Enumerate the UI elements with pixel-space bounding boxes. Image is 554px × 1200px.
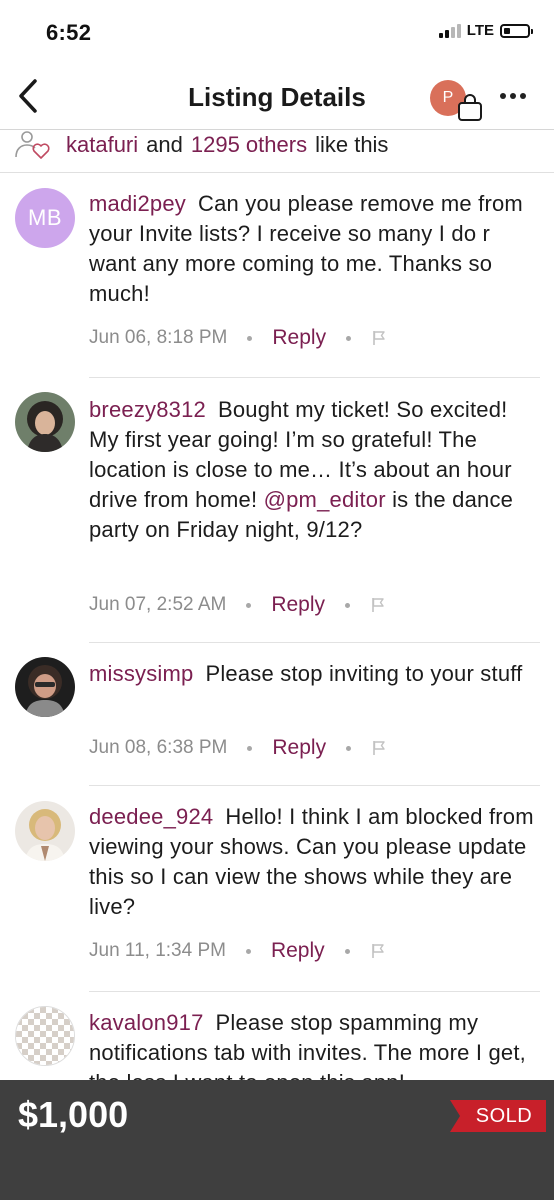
comment-username-link[interactable]: missysimp <box>89 661 193 686</box>
shopping-bag-icon[interactable] <box>456 94 484 122</box>
likes-divider <box>0 172 554 173</box>
comment-username-link[interactable]: madi2pey <box>89 191 186 216</box>
mention-link[interactable]: @pm_editor <box>264 487 386 512</box>
listing-price: $1,000 <box>18 1094 129 1135</box>
sold-badge: SOLD <box>450 1100 546 1132</box>
price-footer: $1,000 SOLD <box>0 1080 554 1200</box>
commenter-avatar[interactable] <box>15 392 75 452</box>
commenter-photo-icon <box>15 392 75 452</box>
status-time: 6:52 <box>46 20 92 45</box>
report-flag-icon[interactable] <box>371 330 387 346</box>
navigation-bar: Listing Details P <box>0 64 554 130</box>
commenter-photo-icon <box>15 801 75 861</box>
comment-divider <box>89 642 540 643</box>
comment-date: Jun 06, 8:18 PM <box>89 327 228 348</box>
reply-button[interactable]: Reply <box>272 326 326 350</box>
comment-date: Jun 08, 6:38 PM <box>89 737 228 758</box>
comment-username-link[interactable]: kavalon917 <box>89 1010 204 1035</box>
avatar-initials: MB <box>28 205 62 230</box>
comment-text: madi2pey Can you please remove me from yo… <box>89 189 541 309</box>
more-options-button[interactable] <box>496 84 530 108</box>
comment-meta: Jun 06, 8:18 PM Reply <box>89 326 387 350</box>
comment-meta: Jun 08, 6:38 PM Reply <box>89 736 387 760</box>
commenter-photo-icon <box>15 657 75 717</box>
commenter-avatar[interactable] <box>15 657 75 717</box>
likes-summary: katafuri and 1295 others like this <box>14 130 388 160</box>
status-indicators: LTE <box>438 22 533 39</box>
report-flag-icon[interactable] <box>371 740 387 756</box>
comment-divider <box>89 377 540 378</box>
comment-meta: Jun 07, 2:52 AM Reply <box>89 593 386 617</box>
status-bar: 6:52 LTE <box>0 0 554 64</box>
comment-text: missysimp Please stop inviting to your st… <box>89 659 541 689</box>
comment-date: Jun 07, 2:52 AM <box>89 594 227 615</box>
report-flag-icon[interactable] <box>370 597 386 613</box>
comment-username-link[interactable]: deedee_924 <box>89 804 213 829</box>
likes-suffix-text: like this <box>315 132 389 157</box>
cellular-signal-icon <box>438 23 461 38</box>
likes-people-heart-icon <box>15 131 50 159</box>
comment-text: breezy8312 Bought my ticket! So excited! … <box>89 395 541 545</box>
comment-date: Jun 11, 1:34 PM <box>89 940 226 961</box>
comment-message: Please stop inviting to your stuff <box>205 661 523 686</box>
reply-button[interactable]: Reply <box>271 939 325 963</box>
placeholder-avatar-icon <box>16 1007 74 1065</box>
network-type: LTE <box>466 22 494 39</box>
battery-icon <box>500 23 533 38</box>
comment-username-link[interactable]: breezy8312 <box>89 397 206 422</box>
comment-meta: Jun 11, 1:34 PM Reply <box>89 939 386 963</box>
reply-button[interactable]: Reply <box>271 593 325 617</box>
comment-text: deedee_924 Hello! I think I am blocked fr… <box>89 802 541 922</box>
comment-divider <box>89 991 540 992</box>
likes-and-text: and <box>146 132 183 157</box>
liker-username-link[interactable]: katafuri <box>66 132 138 158</box>
more-dots-icon <box>500 93 506 99</box>
report-flag-icon[interactable] <box>370 943 386 959</box>
comment-divider <box>89 785 540 786</box>
commenter-avatar[interactable] <box>15 1006 75 1066</box>
reply-button[interactable]: Reply <box>272 736 326 760</box>
likes-others-link[interactable]: 1295 others <box>191 132 307 158</box>
commenter-avatar[interactable] <box>15 801 75 861</box>
sold-label: SOLD <box>475 1104 533 1127</box>
commenter-avatar[interactable]: MB <box>15 188 75 248</box>
